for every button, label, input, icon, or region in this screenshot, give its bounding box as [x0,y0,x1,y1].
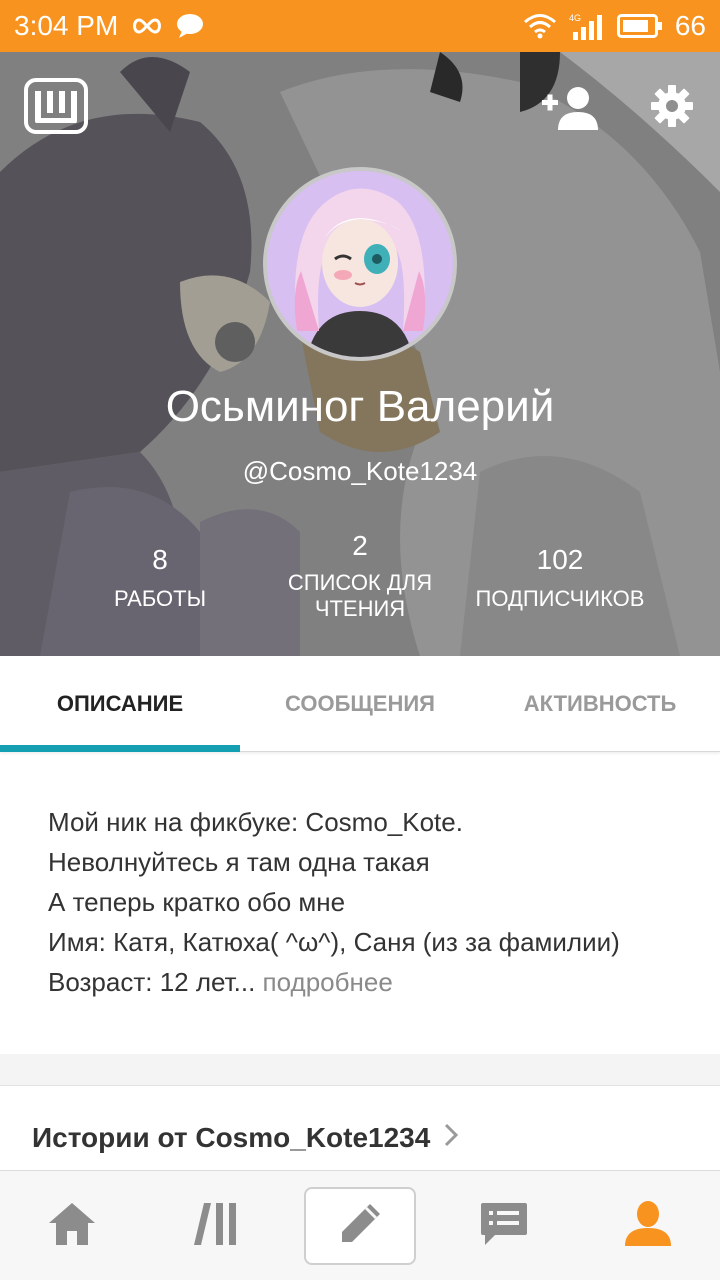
description-line: А теперь кратко обо мне [48,887,346,917]
wifi-icon [523,13,557,39]
stories-title: Истории от Cosmo_Kote1234 [32,1122,431,1153]
nav-library[interactable] [144,1171,288,1280]
pencil-icon [336,1200,384,1253]
nav-home[interactable] [0,1171,144,1280]
username: @Cosmo_Kote1234 [242,456,478,486]
battery-icon [616,14,663,38]
stories-section-header[interactable]: Истории от Cosmo_Kote1234 [32,1122,459,1154]
bottom-navigation [0,1170,720,1280]
stat-reading-lists-label-line1: СПИСОК ДЛЯ [287,570,433,595]
stat-followers-value: 102 [536,544,584,575]
description-ellipsis: ... [233,967,256,997]
stat-reading-lists-label: СПИСОК ДЛЯ ЧТЕНИЯ [250,570,470,622]
status-bar: 3:04 PM 4G 66 [0,0,720,52]
nav-write[interactable] [288,1171,432,1280]
tab-messages[interactable]: СООБЩЕНИЯ [240,656,480,752]
stat-works[interactable]: 8 РАБОТЫ [50,544,270,612]
stat-followers[interactable]: 102 ПОДПИСЧИКОВ [450,544,670,612]
stat-works-value: 8 [152,544,168,575]
description-line: Имя: Катя, Катюха( ^ω^), Саня (из за фам… [48,927,620,957]
description-line: Неволнуйтесь я там одна такая [48,847,430,877]
messages-icon [479,1201,529,1252]
tab-activity[interactable]: АКТИВНОСТЬ [480,656,720,752]
stat-works-label: РАБОТЫ [113,586,207,611]
add-user-icon[interactable] [542,84,602,132]
write-button[interactable] [304,1187,416,1265]
infinity-icon [130,16,164,36]
profile-icon [623,1200,673,1253]
stat-followers-label: ПОДПИСЧИКОВ [475,586,645,611]
chevron-right-icon [444,1122,459,1154]
stat-reading-lists-value: 2 [352,530,368,561]
section-separator [0,1054,720,1086]
display-name: Осьминог Валерий [165,382,555,431]
stat-reading-lists-label-line2: ЧТЕНИЯ [314,596,406,621]
gear-icon[interactable] [650,84,694,128]
avatar[interactable] [263,167,457,361]
description-line-text: Возраст: 12 лет [48,967,234,997]
library-icon [192,1201,240,1252]
nav-messages[interactable] [432,1171,576,1280]
wattpad-logo-icon[interactable] [24,78,88,134]
profile-description: Мой ник на фикбуке: Cosmo_Kote. Неволнуй… [48,802,688,1002]
read-more-link[interactable]: подробнее [255,967,393,997]
description-line-last: Возраст: 12 лет... подробнее [48,962,688,1002]
status-time: 3:04 PM [14,10,119,41]
tab-description[interactable]: ОПИСАНИЕ [0,656,240,752]
profile-header: Осьминог Валерий @Cosmo_Kote1234 8 РАБОТ… [0,52,720,656]
signal-icon: 4G [569,12,605,40]
battery-level: 66 [674,10,706,41]
profile-tabs: ОПИСАНИЕ СООБЩЕНИЯ АКТИВНОСТЬ [0,656,720,752]
home-icon [47,1201,97,1252]
stat-reading-lists[interactable]: 2 СПИСОК ДЛЯ ЧТЕНИЯ [250,530,470,622]
svg-text:4G: 4G [569,13,581,23]
chat-bubble-icon [176,13,204,39]
nav-profile[interactable] [576,1171,720,1280]
description-line: Мой ник на фикбуке: Cosmo_Kote. [48,807,463,837]
